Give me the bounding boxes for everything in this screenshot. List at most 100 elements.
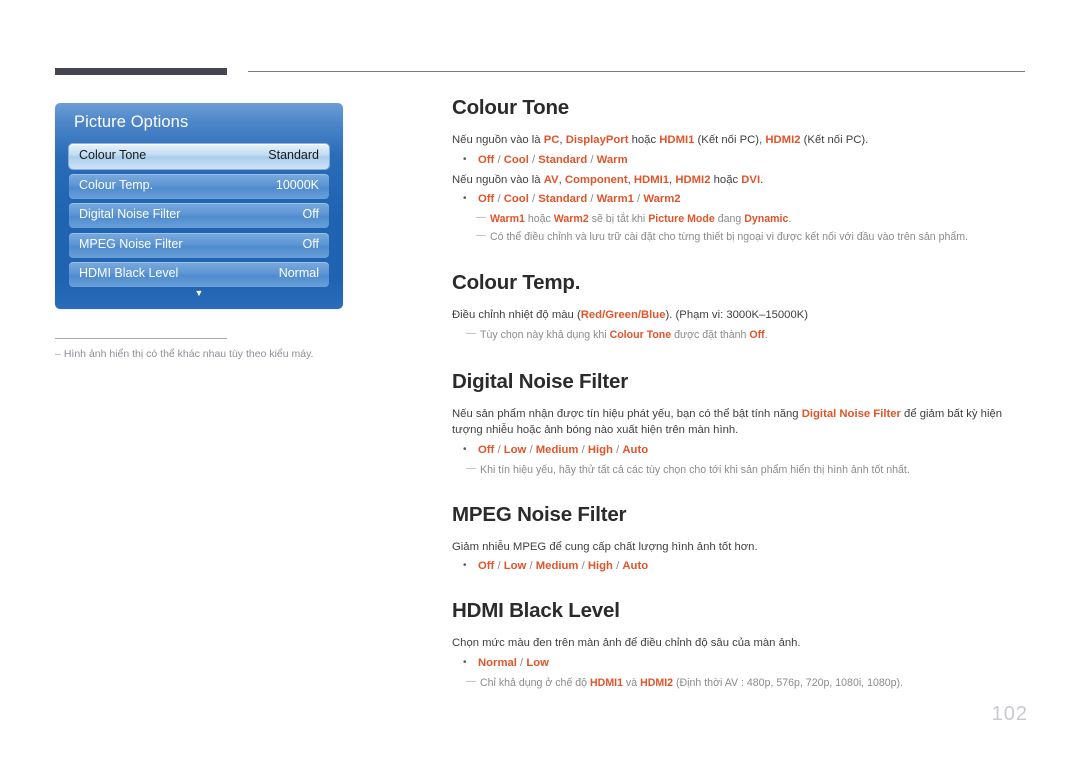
text-fragment: Nếu nguồn vào là xyxy=(452,134,544,146)
term-dynamic: Dynamic xyxy=(744,213,789,225)
bullet-option: Warm xyxy=(596,153,628,166)
text-fragment: và xyxy=(622,676,641,689)
bullet-separator: / xyxy=(587,193,597,205)
bullet-option: Cool xyxy=(503,193,529,205)
text-fragment: Chỉ khả dụng ở chế độ xyxy=(480,676,591,689)
bullet-option: Medium xyxy=(535,560,579,572)
text-fragment: (Định thời AV : 480p, 576p, 720p, 1080i,… xyxy=(673,676,903,689)
text-fragment: (Kết nối PC), xyxy=(694,134,766,146)
section-heading: HDMI Black Level xyxy=(452,599,620,622)
paragraph-colour-temp-range: Điều chỉnh nhiệt độ màu (Red/Green/Blue)… xyxy=(452,307,1026,324)
osd-row-colour-tone[interactable]: Colour Tone Standard xyxy=(69,144,329,169)
paragraph-hdmi-description: Chọn mức màu đen trên màn ảnh để điều ch… xyxy=(452,637,801,649)
text-fragment: . xyxy=(788,213,792,225)
section-colour-tone: Colour Tone Nếu nguồn vào là PC, Display… xyxy=(452,96,1026,245)
text-fragment: . xyxy=(764,328,768,341)
osd-menu-list: Colour Tone Standard Colour Temp. 10000K… xyxy=(69,144,329,292)
bullet-option: Off xyxy=(478,560,495,572)
term-hdmi1: HDMI1 xyxy=(590,676,623,689)
paragraph-dnf-description: Nếu sản phẩm nhận được tín hiệu phát yếu… xyxy=(452,406,1026,439)
section-digital-noise-filter: Digital Noise Filter Nếu sản phẩm nhận đ… xyxy=(452,370,1026,478)
bullet-option: High xyxy=(587,560,613,572)
picture-options-osd-panel: Picture Options Colour Tone Standard Col… xyxy=(55,103,343,309)
term-colour-tone: Colour Tone xyxy=(609,328,672,341)
text-fragment: Điều chỉnh nhiệt độ màu ( xyxy=(452,309,581,321)
osd-row-label: HDMI Black Level xyxy=(79,266,179,280)
bullet-option: Medium xyxy=(535,443,579,456)
term-rgb: Red/Green/Blue xyxy=(580,309,666,321)
text-fragment: Tùy chọn này khả dụng khi xyxy=(480,328,610,341)
bullet-option: Low xyxy=(526,656,549,669)
term-warm2: Warm2 xyxy=(553,213,589,225)
bullet-colour-tone-av-options: Off / Cool / Standard / Warm1 / Warm2 xyxy=(452,190,1026,208)
section-hdmi-black-level: HDMI Black Level Chọn mức màu đen trên m… xyxy=(452,599,1026,691)
note-per-device-settings: Có thể điều chỉnh và lưu trữ cài đặt cho… xyxy=(452,228,1026,245)
section-heading: Digital Noise Filter xyxy=(452,369,628,393)
text-fragment: hoặc xyxy=(628,134,660,146)
osd-row-mpeg-noise-filter[interactable]: MPEG Noise Filter Off xyxy=(69,232,329,258)
term-displayport: DisplayPort xyxy=(565,134,629,146)
text-fragment: sẽ bị tắt khi xyxy=(588,213,649,225)
term-hdmi2: HDMI2 xyxy=(640,676,674,689)
section-heading: Colour Tone xyxy=(452,96,569,119)
term-hdmi1: HDMI1 xyxy=(633,173,670,186)
text-fragment: hoặc xyxy=(524,213,554,225)
term-av: AV xyxy=(543,173,559,186)
note-warm-dynamic: Warm1 hoặc Warm2 sẽ bị tắt khi Picture M… xyxy=(452,210,1026,227)
bullet-separator: / xyxy=(587,153,597,166)
text-fragment: Nếu nguồn vào là xyxy=(452,173,544,186)
bullet-separator: / xyxy=(494,193,504,205)
section-heading: Colour Temp. xyxy=(452,271,581,294)
bullet-option: Standard xyxy=(538,153,588,166)
osd-caption: – Hình ảnh hiển thị có thể khác nhau tùy … xyxy=(55,347,385,362)
term-picture-mode: Picture Mode xyxy=(648,213,715,225)
section-colour-temp: Colour Temp. Điều chỉnh nhiệt độ màu (Re… xyxy=(452,271,1026,343)
osd-row-value: Standard xyxy=(268,148,319,162)
term-warm1: Warm1 xyxy=(490,213,525,225)
page-number: 102 xyxy=(991,703,1028,725)
caption-text: Hình ảnh hiển thị có thể khác nhau tùy t… xyxy=(63,348,314,360)
bullet-option: Warm2 xyxy=(643,193,681,205)
bullet-separator: / xyxy=(516,656,527,669)
osd-row-label: Colour Tone xyxy=(79,148,147,162)
bullet-option: High xyxy=(587,443,613,456)
text-fragment: đang xyxy=(714,213,745,225)
osd-row-value: Normal xyxy=(278,266,319,280)
text-fragment: hoặc xyxy=(710,173,742,186)
manual-article: Colour Tone Nếu nguồn vào là PC, Display… xyxy=(452,96,1026,693)
section-mpeg-noise-filter: MPEG Noise Filter Giảm nhiễu MPEG để cun… xyxy=(452,503,1026,576)
chevron-down-icon[interactable]: ▼ xyxy=(55,289,343,298)
bullet-colour-tone-pc-options: Off / Cool / Standard / Warm xyxy=(452,151,1026,169)
bullet-option: Warm1 xyxy=(596,193,634,205)
term-digital-noise-filter: Digital Noise Filter xyxy=(801,407,901,420)
bullet-option: Off xyxy=(478,193,495,205)
bullet-option: Normal xyxy=(478,656,517,669)
osd-caption-divider xyxy=(55,338,227,339)
bullet-mpeg-options: Off / Low / Medium / High / Auto xyxy=(452,557,1026,575)
text-fragment: ). (Phạm vi: 3000K–15000K) xyxy=(665,309,809,321)
bullet-separator: / xyxy=(612,560,623,572)
osd-panel-title: Picture Options xyxy=(74,113,189,131)
term-off: Off xyxy=(749,328,765,341)
bullet-separator: / xyxy=(494,560,504,572)
osd-row-value: Off xyxy=(302,236,319,251)
bullet-option: Low xyxy=(503,443,527,456)
bullet-dnf-options: Off / Low / Medium / High / Auto xyxy=(452,441,1026,459)
term-component: Component xyxy=(564,173,628,186)
header-rule xyxy=(55,68,1025,75)
term-hdmi2: HDMI2 xyxy=(765,134,801,146)
bullet-separator: / xyxy=(526,443,536,456)
header-rule-thin-line xyxy=(248,71,1025,72)
bullet-separator: / xyxy=(526,560,536,572)
paragraph-source-pc: Nếu nguồn vào là PC, DisplayPort hoặc HD… xyxy=(452,132,1026,149)
bullet-separator: / xyxy=(528,153,539,166)
osd-row-value: 10000K xyxy=(275,177,319,192)
term-dvi: DVI xyxy=(741,173,761,186)
bullet-option: Standard xyxy=(538,193,588,205)
osd-row-label: MPEG Noise Filter xyxy=(79,236,183,251)
osd-row-digital-noise-filter[interactable]: Digital Noise Filter Off xyxy=(69,203,329,228)
bullet-separator: / xyxy=(528,193,539,205)
osd-row-hdmi-black-level[interactable]: HDMI Black Level Normal xyxy=(69,262,329,287)
caption-dash: – xyxy=(55,348,61,360)
osd-row-colour-temp[interactable]: Colour Temp. 10000K xyxy=(69,173,329,199)
